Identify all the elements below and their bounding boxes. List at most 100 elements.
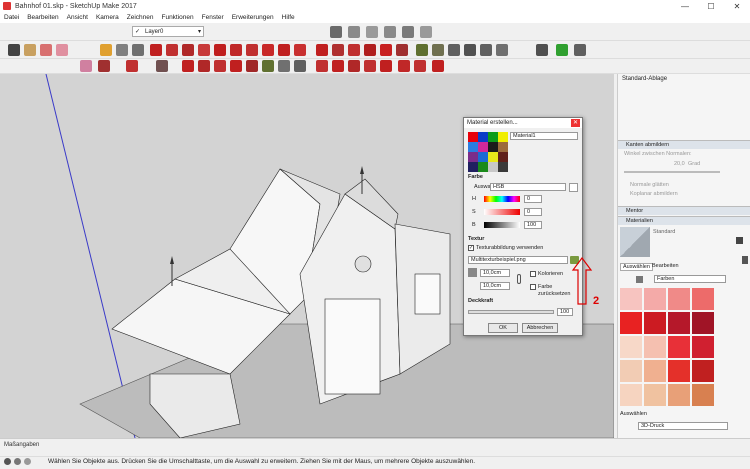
- b-value-input[interactable]: 100: [524, 221, 542, 229]
- polygon-icon[interactable]: [230, 44, 242, 56]
- texture-file-input[interactable]: Multitexturbeispiel.png: [468, 256, 568, 264]
- axes-icon[interactable]: [480, 44, 492, 56]
- s-value-input[interactable]: 0: [524, 208, 542, 216]
- menu-kamera[interactable]: Kamera: [96, 14, 119, 21]
- followme2-icon[interactable]: [230, 60, 242, 72]
- reset-color-checkbox[interactable]: [530, 284, 536, 290]
- h-value-input[interactable]: 0: [524, 195, 542, 203]
- color-cell[interactable]: [668, 288, 690, 310]
- color-cell[interactable]: [620, 312, 642, 334]
- library-select[interactable]: Farben: [654, 275, 726, 283]
- shape-icon[interactable]: [156, 60, 168, 72]
- eraser-icon[interactable]: [56, 44, 68, 56]
- color-cell[interactable]: [620, 384, 642, 406]
- color-cell[interactable]: [668, 336, 690, 358]
- select-arrow-icon[interactable]: [8, 44, 20, 56]
- shield-icon[interactable]: [536, 44, 548, 56]
- color-cell[interactable]: [620, 288, 642, 310]
- pie-icon[interactable]: [294, 44, 306, 56]
- panel-kanten-header[interactable]: Kanten abmildern: [618, 140, 750, 149]
- swatch[interactable]: [488, 152, 498, 162]
- create-material-icon[interactable]: [736, 237, 743, 244]
- circle-icon[interactable]: [214, 44, 226, 56]
- eyedropper-icon[interactable]: [742, 256, 748, 264]
- text2-icon[interactable]: [278, 60, 290, 72]
- move-icon[interactable]: [316, 44, 328, 56]
- push-pull-icon[interactable]: [332, 44, 344, 56]
- link-icon[interactable]: [517, 274, 521, 284]
- view-top-icon[interactable]: [348, 26, 360, 38]
- hue-slider[interactable]: [484, 196, 520, 202]
- color-cell[interactable]: [644, 288, 666, 310]
- arc-icon[interactable]: [246, 44, 258, 56]
- swatch[interactable]: [468, 132, 478, 142]
- color-cell[interactable]: [692, 288, 714, 310]
- opacity-slider[interactable]: [468, 310, 554, 314]
- text-icon[interactable]: [464, 44, 476, 56]
- color-cell[interactable]: [668, 312, 690, 334]
- view-right-icon[interactable]: [384, 26, 396, 38]
- menu-datei[interactable]: Datei: [4, 14, 19, 21]
- rotated-rectangle-icon[interactable]: [198, 44, 210, 56]
- swatch[interactable]: [488, 132, 498, 142]
- color-cell[interactable]: [668, 360, 690, 382]
- color-cell[interactable]: [692, 384, 714, 406]
- tab-bearbeiten[interactable]: Bearbeiten: [650, 263, 681, 269]
- wireframe-icon[interactable]: [116, 44, 128, 56]
- winkel-slider[interactable]: [624, 171, 720, 173]
- swatch[interactable]: [468, 142, 478, 152]
- swatch[interactable]: [498, 162, 508, 172]
- pan-icon[interactable]: [332, 60, 344, 72]
- color-cell[interactable]: [668, 384, 690, 406]
- view-left-icon[interactable]: [420, 26, 432, 38]
- dimension-icon[interactable]: [432, 44, 444, 56]
- color-cell[interactable]: [692, 336, 714, 358]
- tab-auswaehlen[interactable]: Auswählen: [620, 263, 653, 271]
- rotate-icon[interactable]: [348, 44, 360, 56]
- scale2-icon[interactable]: [246, 60, 258, 72]
- texture-height-input[interactable]: 10,0cm: [480, 282, 510, 290]
- pushpull2-icon[interactable]: [198, 60, 210, 72]
- view-front-icon[interactable]: [366, 26, 378, 38]
- swatch[interactable]: [488, 162, 498, 172]
- ok-button[interactable]: OK: [488, 323, 518, 333]
- orbit-icon[interactable]: [316, 60, 328, 72]
- color-cell[interactable]: [692, 312, 714, 334]
- component-icon[interactable]: [24, 44, 36, 56]
- menu-bearbeiten[interactable]: Bearbeiten: [27, 14, 58, 21]
- dialog-close-button[interactable]: ✕: [571, 119, 580, 127]
- texture-width-input[interactable]: 10,0cm: [480, 269, 510, 277]
- swatch[interactable]: [478, 152, 488, 162]
- house-icon[interactable]: [330, 26, 342, 38]
- color-cell[interactable]: [644, 360, 666, 382]
- menu-hilfe[interactable]: Hilfe: [282, 14, 295, 21]
- second-library-select[interactable]: 3D-Druck: [638, 422, 728, 430]
- follow-me-icon[interactable]: [364, 44, 376, 56]
- color-preview[interactable]: [569, 183, 578, 192]
- paint-bucket-icon[interactable]: [40, 44, 52, 56]
- swatch[interactable]: [478, 142, 488, 152]
- move2-icon[interactable]: [182, 60, 194, 72]
- panel-materialien-header[interactable]: Materialien: [618, 216, 750, 225]
- swatch[interactable]: [498, 142, 508, 152]
- tape-measure-icon[interactable]: [416, 44, 428, 56]
- menu-fenster[interactable]: Fenster: [202, 14, 224, 21]
- protractor-icon[interactable]: [448, 44, 460, 56]
- arc3-icon[interactable]: [278, 44, 290, 56]
- saturation-slider[interactable]: [484, 209, 520, 215]
- xray-icon[interactable]: [100, 44, 112, 56]
- color-cell[interactable]: [692, 360, 714, 382]
- color-mode-select[interactable]: HSB: [490, 183, 566, 191]
- cancel-button[interactable]: Abbrechen: [522, 323, 558, 333]
- swatch[interactable]: [488, 142, 498, 152]
- menu-erweiterungen[interactable]: Erweiterungen: [232, 14, 274, 21]
- arc2-icon[interactable]: [262, 44, 274, 56]
- zoom-extents-icon[interactable]: [380, 60, 392, 72]
- tape2-icon[interactable]: [262, 60, 274, 72]
- send-to-layout-icon[interactable]: [574, 44, 586, 56]
- geo-location-icon[interactable]: [4, 458, 11, 465]
- position-camera-icon[interactable]: [398, 60, 410, 72]
- info-icon[interactable]: [24, 458, 31, 465]
- rectangle-icon[interactable]: [182, 44, 194, 56]
- pencil-icon[interactable]: [98, 60, 110, 72]
